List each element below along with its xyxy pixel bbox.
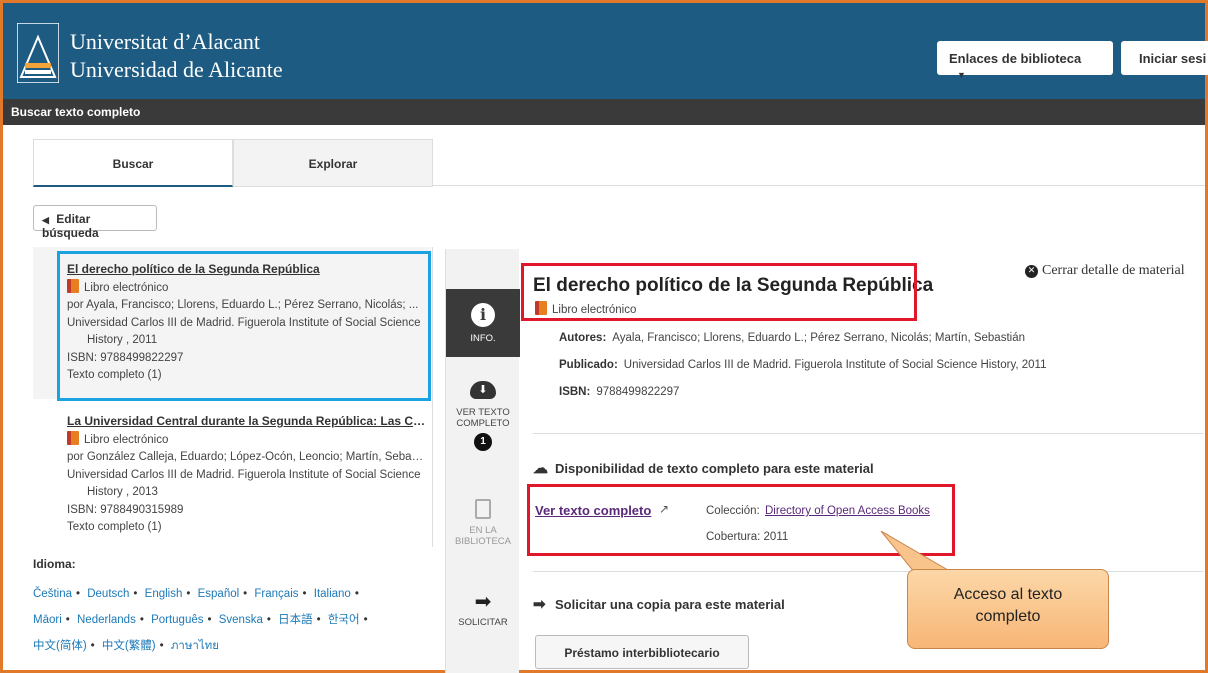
tab-explorar[interactable]: Explorar (233, 139, 433, 187)
detail-authors: Autores: Ayala, Francisco; Llorens, Eduar… (559, 332, 1025, 344)
divider (533, 433, 1203, 434)
result-publisher-cont: History , 2011 (87, 334, 158, 346)
list-item[interactable]: La Universidad Central durante la Segund… (33, 399, 431, 547)
subheader-title: Buscar texto completo (3, 99, 1205, 125)
ebook-icon (67, 430, 79, 445)
detail-isbn: ISBN: 9788499822297 (559, 386, 679, 398)
language-link[interactable]: 日本語 (278, 614, 313, 626)
university-logo-icon[interactable] (17, 23, 59, 83)
result-authors: por González Calleja, Eduardo; López-Ocó… (67, 451, 427, 463)
result-isbn: ISBN: 9788490315989 (67, 503, 184, 516)
detail-published: Publicado: Universidad Carlos III de Madr… (559, 359, 1047, 371)
callout-annotation: Acceso al texto completo (907, 569, 1109, 649)
result-type: Libro electrónico (84, 281, 169, 294)
arrow-right-icon: ➡ (474, 591, 492, 613)
authors-label: Autores: (559, 332, 607, 344)
published-label: Publicado: (559, 359, 618, 371)
language-link[interactable]: Português (151, 614, 203, 626)
library-links-label: Enlaces de biblioteca (949, 51, 1082, 66)
caret-left-icon: ◀ (42, 215, 49, 225)
result-title-link[interactable]: El derecho político de la Segunda Repúbl… (67, 261, 427, 279)
edit-search-button[interactable]: ◀ Editar búsqueda (33, 205, 157, 240)
language-link[interactable]: English (145, 588, 183, 600)
authors-value: Ayala, Francisco; Llorens, Eduardo L.; P… (612, 332, 1025, 344)
language-link[interactable]: Čeština (33, 588, 72, 600)
result-type: Libro electrónico (84, 433, 169, 446)
close-detail-button[interactable]: ✕ Cerrar detalle de material (1025, 263, 1185, 279)
close-icon: ✕ (1025, 265, 1038, 278)
interlibrary-loan-button[interactable]: Préstamo interbibliotecario (535, 635, 749, 669)
language-link[interactable]: ภาษาไทย (171, 640, 219, 652)
published-value: Universidad Carlos III de Madrid. Figuer… (623, 359, 1047, 371)
title-highlight (521, 263, 917, 321)
fulltext-count-badge: 1 (474, 433, 492, 451)
language-link[interactable]: Español (198, 588, 240, 600)
sidebar-info-label: INFO. (470, 333, 496, 344)
sidebar-fulltext-label: VER TEXTO (456, 407, 510, 418)
result-publisher: Universidad Carlos III de Madrid. Figuer… (67, 316, 421, 329)
tab-buscar[interactable]: Buscar (33, 139, 233, 187)
request-heading: ➡ Solicitar una copia para este material (533, 595, 785, 613)
info-icon: i (471, 303, 495, 327)
arrow-right-icon: ➡ (533, 596, 546, 613)
caret-down-icon: ▼ (957, 70, 966, 80)
language-link[interactable]: 한국어 (328, 614, 360, 626)
close-detail-label: Cerrar detalle de material (1042, 263, 1185, 278)
cloud-download-icon: ☁ (533, 460, 548, 477)
result-isbn: ISBN: 9788499822297 (67, 351, 184, 364)
result-fulltext: Texto completo (1) (67, 369, 162, 381)
request-heading-text: Solicitar una copia para este material (555, 597, 785, 612)
language-link[interactable]: 中文(繁體) (102, 640, 156, 652)
sidebar-item-fulltext[interactable]: ⬇ VER TEXTO COMPLETO 1 (446, 381, 520, 471)
sidebar-library-label-2: BIBLIOTECA (455, 536, 511, 547)
detail-sidebar: i INFO. ⬇ VER TEXTO COMPLETO 1 EN LA BIB… (445, 249, 520, 673)
availability-heading: ☁ Disponibilidad de texto completo para e… (533, 459, 874, 477)
language-link[interactable]: Māori (33, 614, 62, 626)
site-header: Universitat d’Alacant Universidad de Ali… (3, 3, 1208, 99)
ebook-icon (67, 278, 79, 293)
login-button[interactable]: Iniciar sesi (1121, 41, 1208, 75)
divider (433, 185, 1205, 186)
university-name-valencian[interactable]: Universitat d’Alacant (70, 29, 260, 55)
sidebar-request-label: SOLICITAR (458, 617, 508, 628)
isbn-label: ISBN: (559, 386, 591, 398)
availability-heading-text: Disponibilidad de texto completo para es… (555, 461, 874, 476)
language-link[interactable]: Français (254, 588, 298, 600)
sidebar-item-request[interactable]: ➡ SOLICITAR (446, 591, 520, 641)
result-publisher: Universidad Carlos III de Madrid. Figuer… (67, 468, 421, 481)
language-facet-title: Idioma: (33, 557, 76, 571)
language-link[interactable]: Svenska (219, 614, 263, 626)
list-item[interactable]: El derecho político de la Segunda Repúbl… (33, 247, 431, 399)
language-link[interactable]: Italiano (314, 588, 351, 600)
results-list[interactable]: El derecho político de la Segunda Repúbl… (33, 247, 433, 547)
sidebar-item-info[interactable]: i INFO. (446, 289, 520, 357)
language-facet-list: Čeština • Deutsch • English • Español • Fran… (33, 588, 368, 652)
result-authors: por Ayala, Francisco; Llorens, Eduardo L… (67, 299, 419, 311)
isbn-value: 9788499822297 (596, 386, 680, 398)
result-fulltext: Texto completo (1) (67, 521, 162, 533)
language-link[interactable]: Deutsch (87, 588, 129, 600)
callout-line-1: Acceso al texto (953, 586, 1063, 603)
sidebar-library-label: EN LA (469, 525, 497, 536)
sidebar-item-library[interactable]: EN LA BIBLIOTECA (446, 499, 520, 559)
result-publisher-cont: History , 2013 (87, 486, 158, 498)
edit-search-label: Editar búsqueda (42, 212, 99, 240)
search-tabs: Buscar Explorar (33, 139, 433, 187)
sidebar-fulltext-label-2: COMPLETO (456, 418, 510, 429)
language-link[interactable]: Nederlands (77, 614, 136, 626)
callout-line-2: completo (975, 608, 1041, 625)
library-links-button[interactable]: Enlaces de biblioteca ▼ (937, 41, 1113, 80)
result-title-link[interactable]: La Universidad Central durante la Segund… (67, 413, 427, 431)
language-link[interactable]: 中文(简体) (33, 640, 87, 652)
book-icon (475, 499, 491, 519)
cloud-download-icon: ⬇ (470, 381, 496, 399)
university-name-spanish[interactable]: Universidad de Alicante (70, 57, 283, 83)
